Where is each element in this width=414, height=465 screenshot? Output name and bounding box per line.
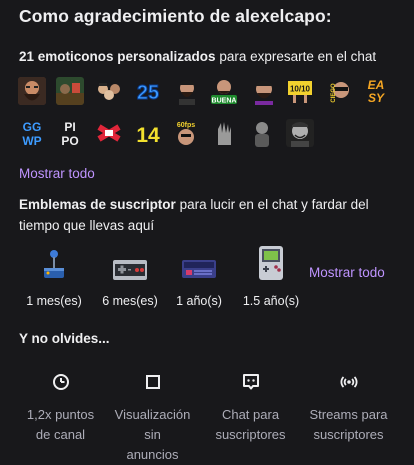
emote-man-closeup[interactable] xyxy=(250,77,278,105)
emote-bearded-face[interactable] xyxy=(18,77,46,105)
svg-text:CIEGO: CIEGO xyxy=(331,83,337,103)
svg-text:PO: PO xyxy=(61,134,78,147)
badges-description: Emblemas de suscriptor para lucir en el … xyxy=(19,195,404,236)
emotes-rest-label: para expresarte en el chat xyxy=(215,49,377,64)
svg-text:10/10: 10/10 xyxy=(290,85,311,94)
channel-points-icon xyxy=(52,374,69,390)
emotes-count-label: 21 emoticonos personalizados xyxy=(19,49,216,64)
perk-label-line1: Streams para xyxy=(309,407,388,422)
emotes-show-all-link[interactable]: Mostrar todo xyxy=(19,166,95,181)
emote-25[interactable]: 25 xyxy=(134,77,162,105)
emote-ciego[interactable]: CIEGO xyxy=(324,77,352,105)
ad-free-icon xyxy=(144,374,161,390)
perk-sub-chat: Chat para suscriptores xyxy=(203,372,298,445)
emote-red-cross[interactable] xyxy=(95,119,123,147)
perk-label-line1: Chat para xyxy=(221,407,280,422)
badge-label: 1 año(s) xyxy=(176,294,222,308)
badge-label: 1 mes(es) xyxy=(26,294,82,308)
badge-1-year[interactable]: 1 año(s) xyxy=(164,244,234,308)
perk-channel-points: 1,2x puntos de canal xyxy=(13,372,108,445)
badges-bold-label: Emblemas de suscriptor xyxy=(19,197,176,212)
badge-1-5-years[interactable]: 1.5 año(s) xyxy=(236,244,306,308)
emote-ggwp[interactable]: GG WP xyxy=(18,119,46,147)
svg-text:BUENA: BUENA xyxy=(212,98,237,105)
svg-text:25: 25 xyxy=(137,82,159,104)
emote-easy[interactable]: EA SY xyxy=(362,77,390,105)
gameboy-icon xyxy=(259,246,283,280)
emote-14[interactable]: 14 xyxy=(134,119,162,147)
svg-text:EA: EA xyxy=(368,78,385,92)
badge-1-month[interactable]: 1 mes(es) xyxy=(19,244,89,308)
emote-sitting-man[interactable] xyxy=(248,119,276,147)
sub-chat-icon xyxy=(242,374,259,390)
badges-show-all-link[interactable]: Mostrar todo xyxy=(309,265,385,280)
svg-text:SY: SY xyxy=(368,91,385,105)
emotes-description: 21 emoticonos personalizados para expres… xyxy=(19,49,376,64)
perk-label-line1: Visualización sin xyxy=(114,407,191,442)
emote-group[interactable] xyxy=(95,77,123,105)
nes-controller-icon xyxy=(113,260,147,280)
page-title: Como agradecimiento de alexelcapo: xyxy=(19,6,332,26)
svg-text:PI: PI xyxy=(64,120,75,134)
badge-label: 1.5 año(s) xyxy=(242,294,300,308)
sub-streams-icon xyxy=(340,376,357,388)
perk-label-line2: de canal xyxy=(35,427,86,442)
emote-man-beard[interactable] xyxy=(173,77,201,105)
badge-label: 6 mes(es) xyxy=(102,294,158,308)
emote-10-10[interactable]: 10/10 xyxy=(286,77,314,105)
console-icon xyxy=(182,260,216,278)
joystick-icon xyxy=(44,250,64,278)
emote-buena[interactable]: BUENA xyxy=(210,77,238,105)
emote-landscape[interactable] xyxy=(56,77,84,105)
svg-text:14: 14 xyxy=(136,124,160,147)
emote-smiling-man[interactable] xyxy=(286,119,314,147)
emote-hand[interactable] xyxy=(210,119,238,147)
perk-label-line1: 1,2x puntos xyxy=(26,407,95,422)
svg-text:GG: GG xyxy=(23,120,42,134)
emote-fps-face[interactable]: 60fps xyxy=(172,119,200,147)
perk-label-line2: suscriptores xyxy=(313,427,384,442)
svg-text:WP: WP xyxy=(22,134,41,147)
perks-title: Y no olvides... xyxy=(19,331,110,346)
perk-label-line2: anuncios xyxy=(126,447,179,462)
perk-label-line2: suscriptores xyxy=(215,427,286,442)
perk-ad-free: Visualización sin anuncios xyxy=(105,372,200,465)
badge-6-months[interactable]: 6 mes(es) xyxy=(95,244,165,308)
emote-pipo[interactable]: PI PO xyxy=(56,119,84,147)
perk-sub-streams: Streams para suscriptores xyxy=(301,372,396,445)
svg-text:60fps: 60fps xyxy=(177,122,195,129)
